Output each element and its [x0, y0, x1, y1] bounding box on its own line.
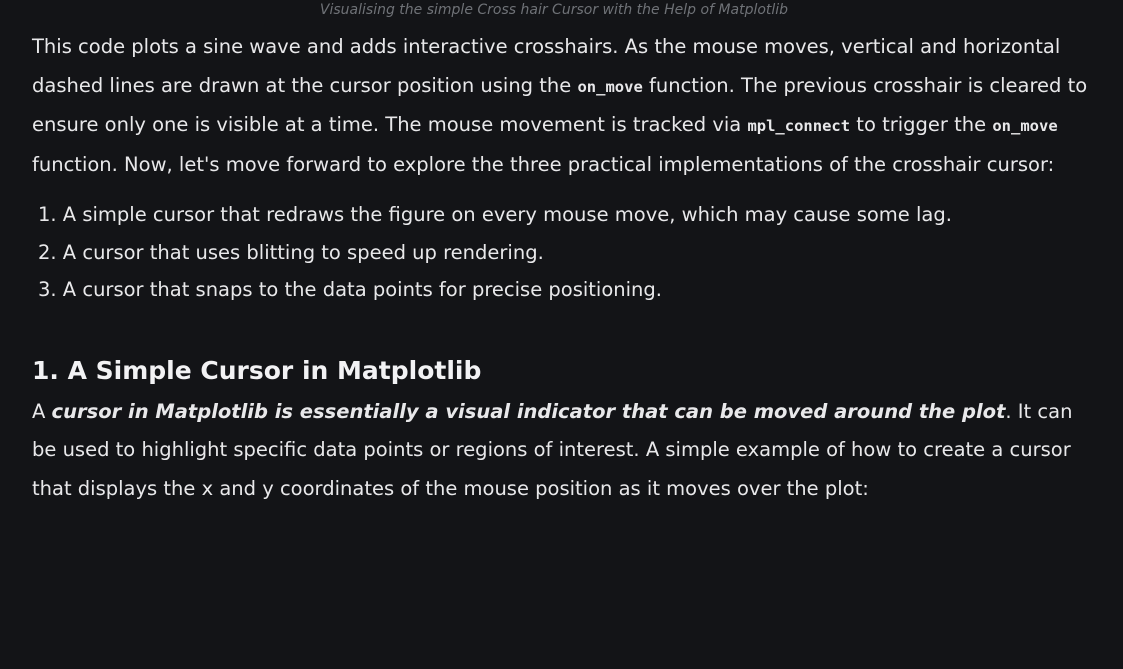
list-item: 1. A simple cursor that redraws the figu… — [38, 203, 952, 226]
code-mpl-connect: mpl_connect — [747, 117, 851, 135]
image-caption: Visualising the simple Cross hair Cursor… — [319, 2, 789, 18]
list-item: 3. A cursor that snaps to the data point… — [38, 278, 662, 301]
list-item: 2. A cursor that uses blitting to speed … — [38, 240, 544, 264]
section-text-1: A — [32, 399, 52, 423]
article-content: This code plots a sine wave and adds int… — [32, 28, 1092, 508]
code-on-move-1: on_move — [577, 77, 643, 96]
article-page: Visualising the simple Cross hair Cursor… — [0, 0, 1123, 669]
intro-text-4: function. Now, let's move forward to exp… — [32, 152, 1055, 176]
section-emphasis: cursor in Matplotlib is essentially a vi… — [51, 399, 1006, 423]
intro-text-3: to trigger the — [850, 113, 993, 136]
section-heading: 1. A Simple Cursor in Matplotlib — [32, 355, 482, 385]
intro-paragraph: This code plots a sine wave and adds int… — [32, 28, 1092, 184]
code-on-move-2: on_move — [992, 117, 1058, 135]
implementations-list: 1. A simple cursor that redraws the figu… — [32, 196, 1092, 309]
section-paragraph: A cursor in Matplotlib is essentially a … — [32, 393, 1092, 509]
